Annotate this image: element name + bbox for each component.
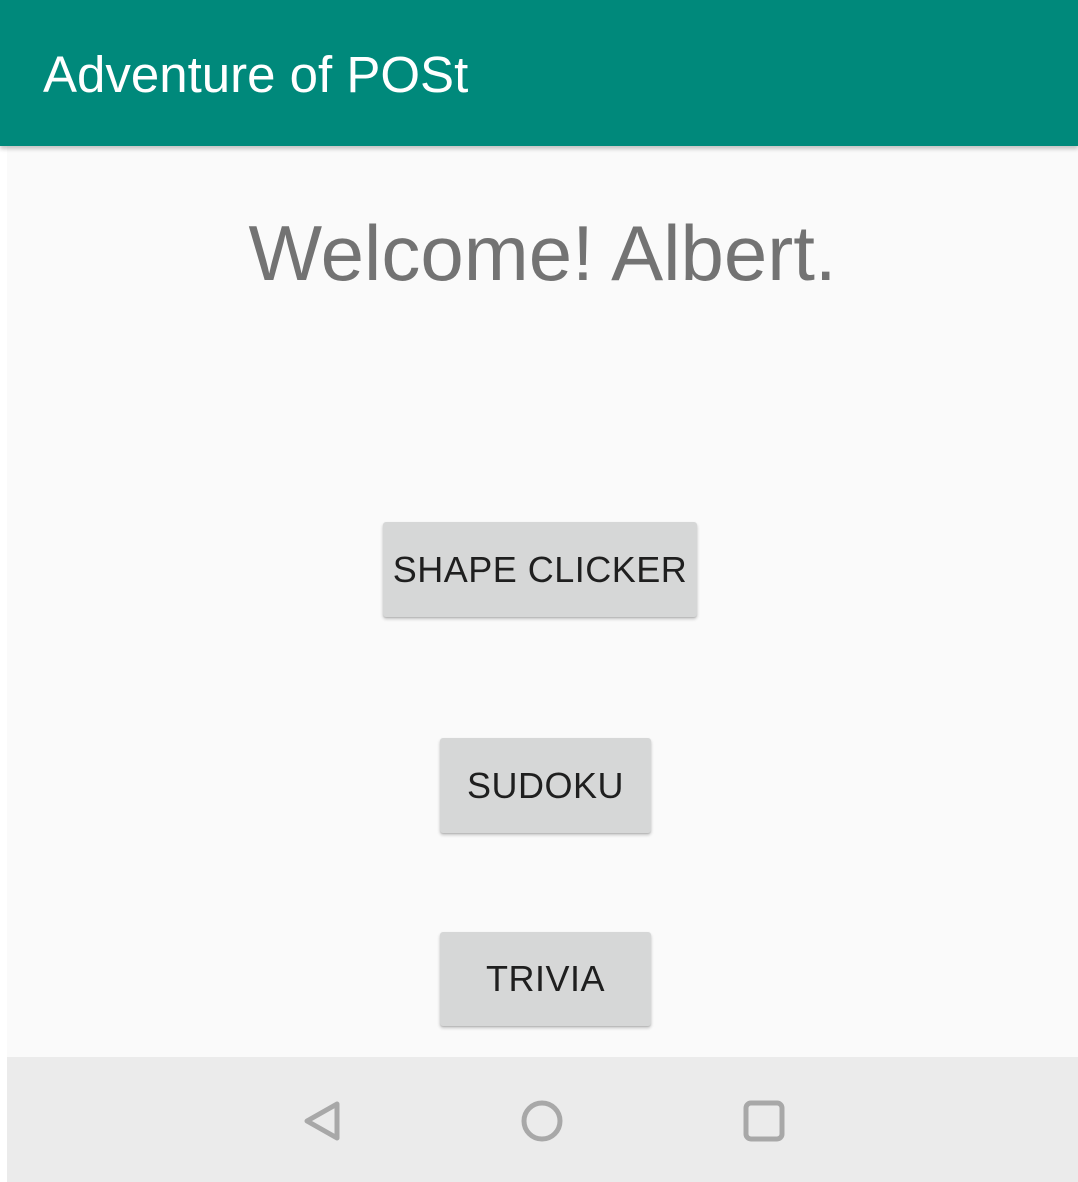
welcome-text: Welcome! Albert. bbox=[248, 209, 837, 297]
navigation-bar bbox=[7, 1057, 1078, 1182]
shape-clicker-button[interactable]: SHAPE CLICKER bbox=[383, 522, 697, 617]
back-icon[interactable] bbox=[300, 1099, 344, 1143]
recents-icon[interactable] bbox=[742, 1099, 786, 1143]
app-title: Adventure of POSt bbox=[43, 46, 469, 103]
main-content: Welcome! Albert. SHAPE CLICKER SUDOKU TR… bbox=[7, 146, 1078, 1057]
trivia-button[interactable]: TRIVIA bbox=[440, 932, 651, 1026]
home-icon[interactable] bbox=[520, 1099, 564, 1143]
sudoku-button[interactable]: SUDOKU bbox=[440, 738, 651, 833]
app-bar: Adventure of POSt bbox=[0, 0, 1078, 146]
